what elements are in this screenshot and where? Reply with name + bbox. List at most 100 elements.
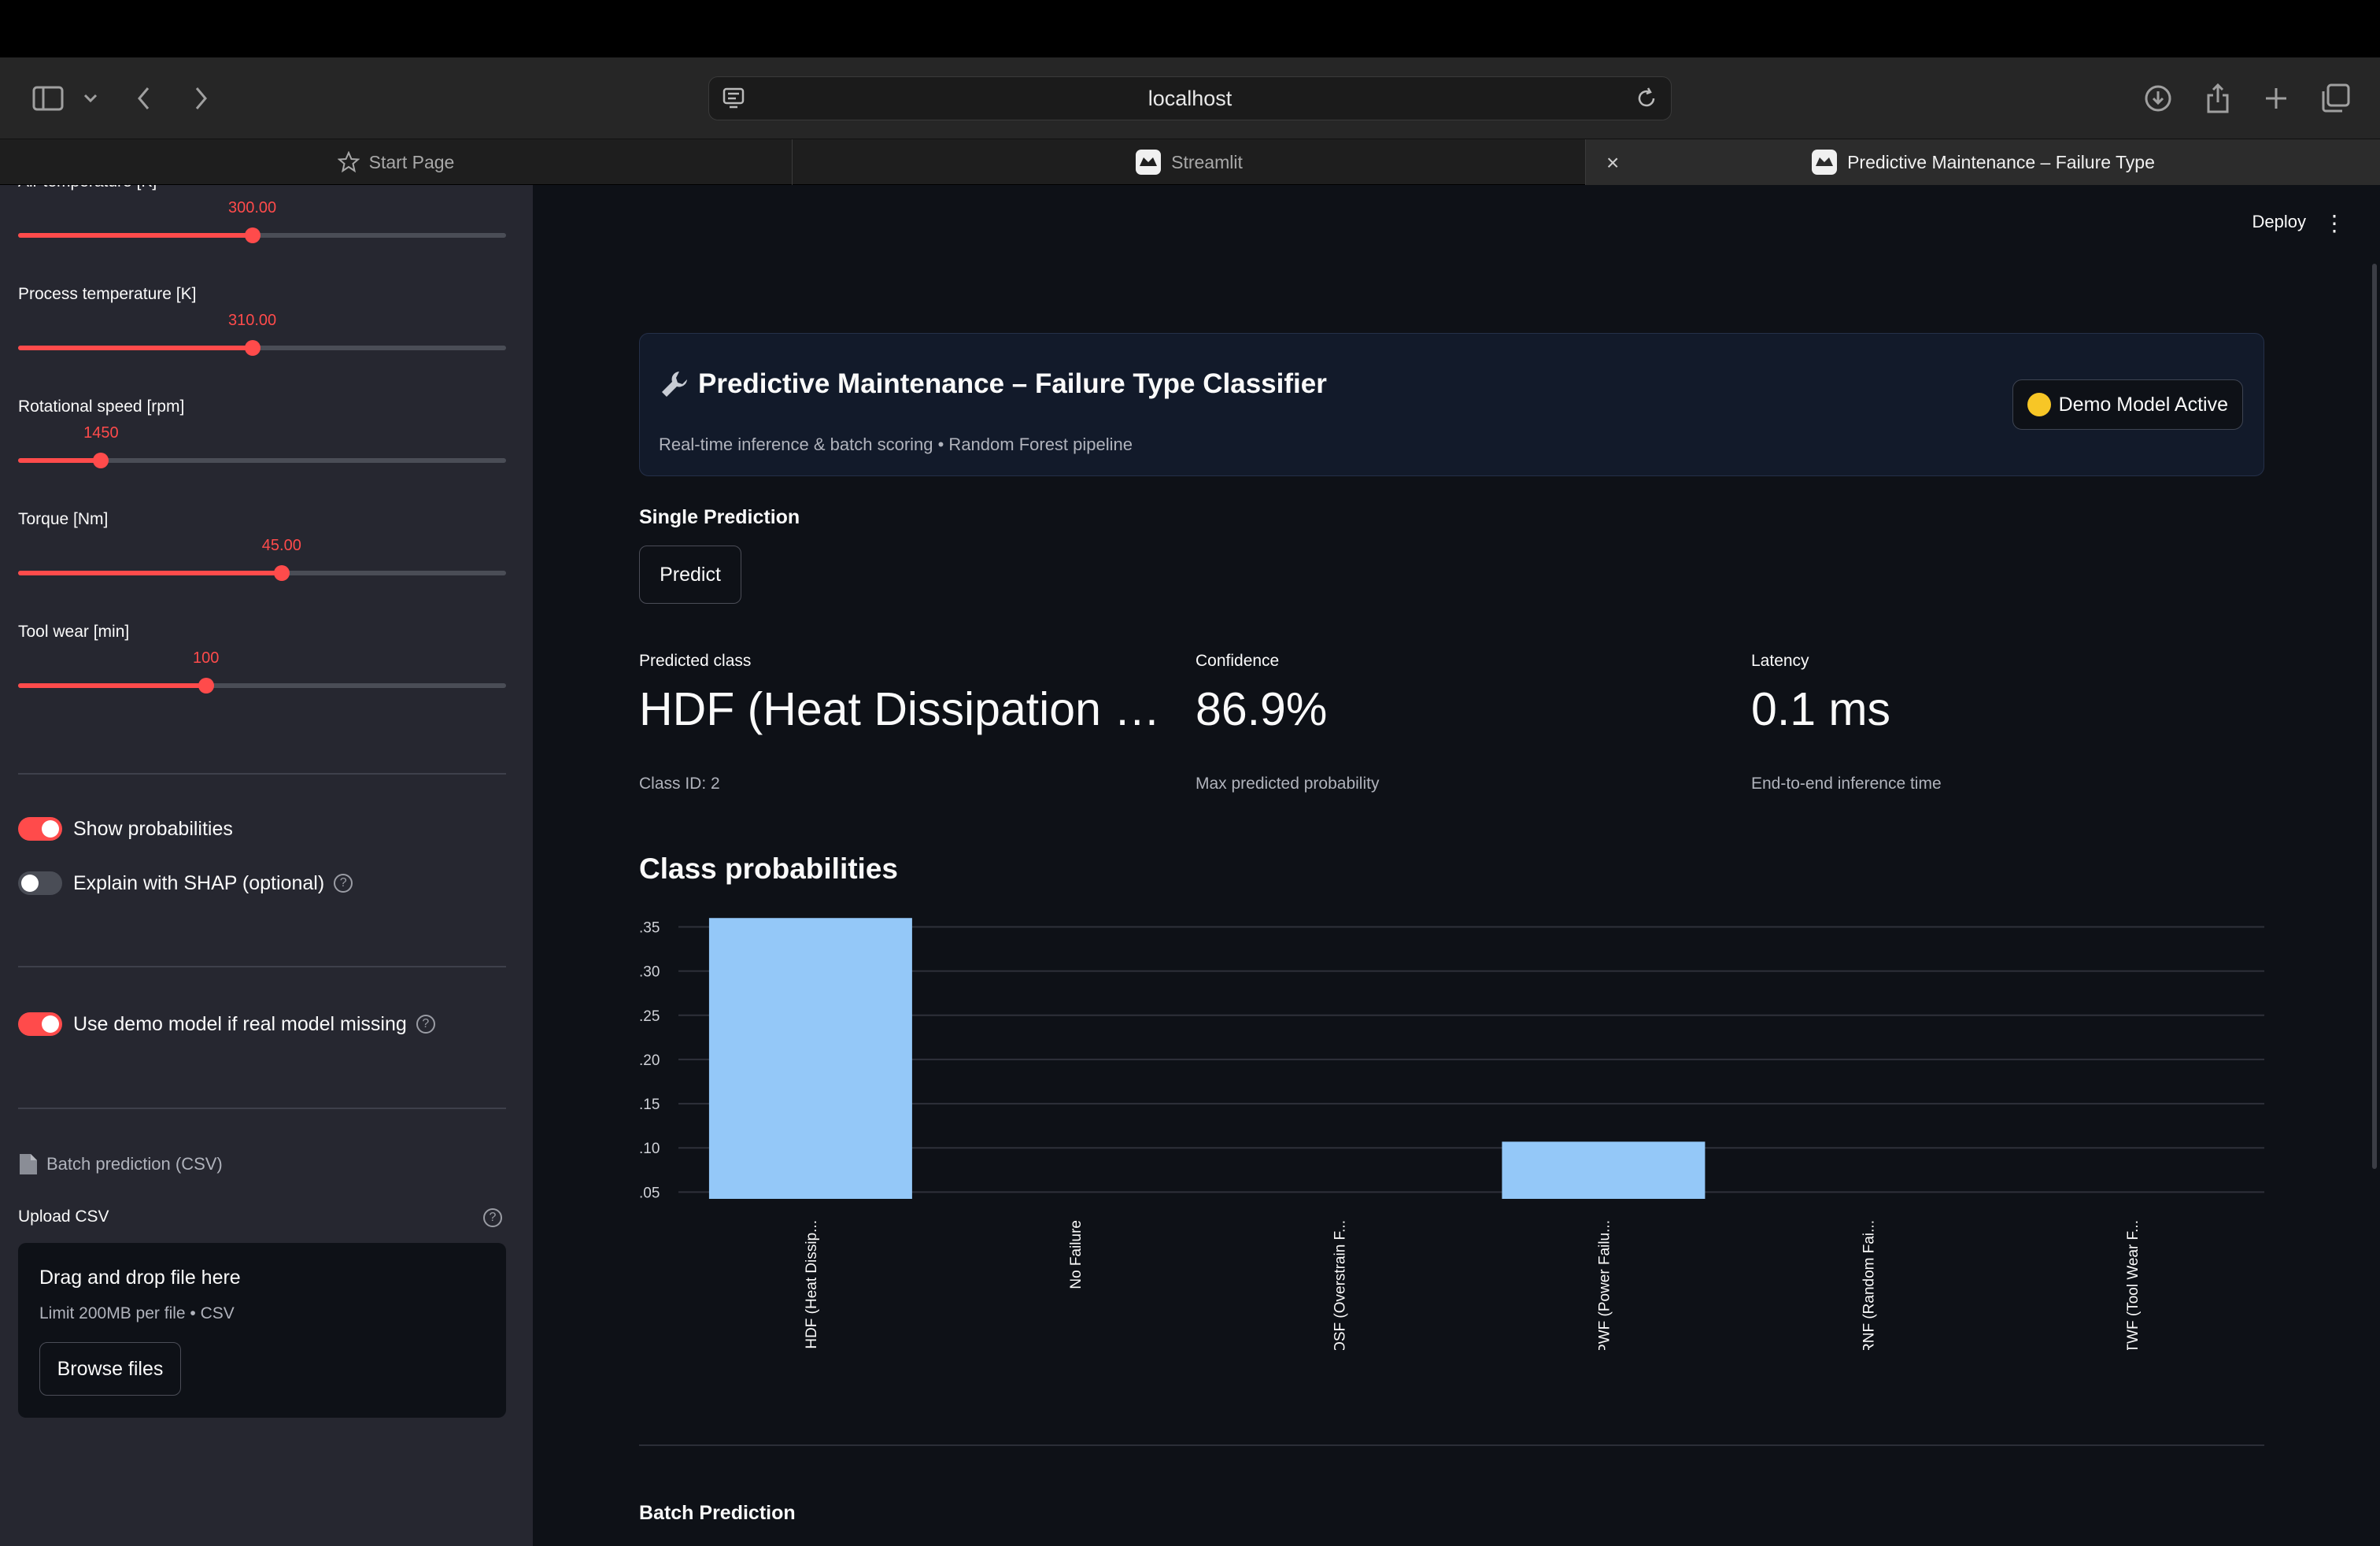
- bar[interactable]: [1502, 1141, 1706, 1199]
- wrench-icon: [659, 368, 690, 400]
- class-probabilities-chart: .05 .10 .15 .20 .25 .30 .35 HDF (Heat Dissip...…: [639, 918, 2264, 1350]
- slider-track[interactable]: [18, 453, 506, 468]
- toggle-switch[interactable]: [18, 871, 62, 895]
- predict-button[interactable]: Predict: [639, 546, 741, 604]
- file-dropzone[interactable]: Drag and drop file here Limit 200MB per …: [18, 1243, 506, 1418]
- tab-label: Start Page: [368, 151, 455, 172]
- slider-label: Process temperature [K]: [18, 285, 197, 303]
- streamlit-favicon-icon: [1811, 149, 1838, 176]
- close-tab-icon[interactable]: ×: [1606, 150, 1619, 176]
- dropzone-limit: Limit 200MB per file • CSV: [39, 1304, 235, 1322]
- divider: [18, 773, 506, 775]
- slider-fill: [18, 346, 253, 350]
- download-icon[interactable]: [2142, 57, 2174, 139]
- metric-value: 0.1 ms: [1751, 683, 1891, 735]
- slider-track[interactable]: [18, 340, 506, 356]
- tab-label: Streamlit: [1171, 151, 1243, 172]
- divider: [18, 966, 506, 967]
- slider-rotational-speed[interactable]: Rotational speed [rpm] 1450: [18, 398, 506, 468]
- slider-track[interactable]: [18, 227, 506, 243]
- toggle-show-probabilities[interactable]: Show probabilities: [18, 817, 233, 841]
- forward-icon[interactable]: [189, 57, 213, 139]
- reload-icon[interactable]: [1635, 87, 1658, 116]
- metric-label: Predicted class: [639, 652, 752, 670]
- slider-thumb[interactable]: [244, 227, 261, 243]
- page-title: Predictive Maintenance – Failure Type Cl…: [659, 368, 1327, 400]
- slider-fill: [18, 683, 206, 688]
- header-card: Predictive Maintenance – Failure Type Cl…: [639, 333, 2264, 476]
- back-icon[interactable]: [132, 57, 156, 139]
- help-icon[interactable]: ?: [416, 1015, 435, 1034]
- tab-label: Predictive Maintenance – Failure Type: [1847, 151, 2155, 172]
- share-icon[interactable]: [2202, 57, 2234, 139]
- slider-thumb[interactable]: [273, 565, 290, 581]
- page-title-text: Predictive Maintenance – Failure Type Cl…: [698, 368, 1327, 399]
- chevron-down-icon[interactable]: [79, 57, 102, 139]
- slider-process-temperature[interactable]: Process temperature [K] 310.00: [18, 285, 506, 356]
- sidebar-toggle-icon[interactable]: [28, 57, 68, 139]
- tab-predictive-maintenance[interactable]: × Predictive Maintenance – Failure Type: [1586, 139, 2380, 185]
- x-tick-label: TWF (Tool Wear F...: [2125, 1220, 2142, 1350]
- single-prediction-heading: Single Prediction: [639, 506, 800, 528]
- metric-label: Latency: [1751, 652, 1809, 670]
- help-icon[interactable]: ?: [483, 1208, 502, 1227]
- slider-tool-wear[interactable]: Tool wear [min] 100: [18, 623, 506, 693]
- document-icon: [18, 1152, 39, 1176]
- browse-files-button[interactable]: Browse files: [39, 1342, 181, 1396]
- page-subtitle: Real-time inference & batch scoring • Ra…: [659, 435, 1133, 454]
- macos-menu-bar: [0, 0, 2380, 57]
- slider-label: Rotational speed [rpm]: [18, 398, 185, 416]
- toggle-switch[interactable]: [18, 817, 62, 841]
- y-tick-label: .35: [639, 919, 660, 936]
- y-tick-label: .10: [639, 1141, 660, 1157]
- x-tick-label: HDF (Heat Dissip...: [804, 1220, 820, 1349]
- divider: [18, 1108, 506, 1109]
- toggle-label: Show probabilities: [73, 817, 233, 840]
- new-tab-icon[interactable]: [2260, 57, 2292, 139]
- deploy-button[interactable]: Deploy: [2252, 212, 2306, 232]
- slider-track[interactable]: [18, 565, 506, 581]
- slider-value: 45.00: [261, 537, 301, 554]
- url-text: localhost: [1148, 86, 1232, 110]
- address-bar[interactable]: localhost: [708, 76, 1672, 120]
- toggle-use-demo-model[interactable]: Use demo model if real model missing ?: [18, 1012, 435, 1036]
- metric-value: HDF (Heat Dissipation …: [639, 683, 1161, 735]
- tab-streamlit[interactable]: Streamlit: [793, 139, 1586, 185]
- status-badge-text: Demo Model Active: [2058, 393, 2228, 416]
- metric-caption: Class ID: 2: [639, 775, 720, 793]
- y-tick-label: .15: [639, 1097, 660, 1113]
- x-tick-label: No Failure: [1068, 1220, 1085, 1289]
- toggle-switch[interactable]: [18, 1012, 62, 1036]
- scrollbar[interactable]: [2372, 264, 2377, 1169]
- upload-csv-label: Upload CSV: [18, 1208, 109, 1226]
- help-icon[interactable]: ?: [334, 874, 353, 893]
- slider-torque[interactable]: Torque [Nm] 45.00: [18, 510, 506, 581]
- metric-caption: Max predicted probability: [1196, 775, 1380, 793]
- bar[interactable]: [708, 918, 912, 1199]
- main-content: Deploy ⋮ Predictive Maintenance – Failur…: [533, 185, 2380, 1546]
- metric-label: Confidence: [1196, 652, 1280, 670]
- x-tick-label: OSF (Overstrain F...: [1332, 1220, 1349, 1350]
- batch-prediction-label: Batch prediction (CSV): [46, 1154, 223, 1174]
- sidebar: Air temperature [K] 300.00 Process tempe…: [0, 185, 533, 1546]
- slider-thumb[interactable]: [198, 678, 214, 693]
- slider-fill: [18, 233, 253, 238]
- x-tick-label: PWF (Power Failu...: [1596, 1220, 1613, 1350]
- status-badge: Demo Model Active: [2012, 379, 2243, 430]
- slider-track[interactable]: [18, 678, 506, 693]
- yellow-circle-icon: [2027, 393, 2051, 416]
- slider-thumb[interactable]: [93, 453, 109, 468]
- toggle-explain-shap[interactable]: Explain with SHAP (optional) ?: [18, 871, 353, 895]
- metric-caption: End-to-end inference time: [1751, 775, 1942, 793]
- y-tick-label: .30: [639, 964, 660, 981]
- slider-thumb[interactable]: [244, 340, 261, 356]
- chart-heading: Class probabilities: [639, 853, 898, 885]
- page-settings-icon[interactable]: [722, 87, 745, 116]
- slider-label: Air temperature [K]: [18, 185, 157, 191]
- tab-start-page[interactable]: Start Page: [0, 139, 793, 185]
- more-options-icon[interactable]: ⋮: [2323, 210, 2345, 236]
- star-icon: [337, 151, 360, 173]
- slider-air-temperature[interactable]: Air temperature [K] 300.00: [18, 185, 506, 243]
- browser-tab-bar: Start Page Streamlit × Predictive Mainte…: [0, 139, 2380, 185]
- tab-overview-icon[interactable]: [2319, 57, 2353, 139]
